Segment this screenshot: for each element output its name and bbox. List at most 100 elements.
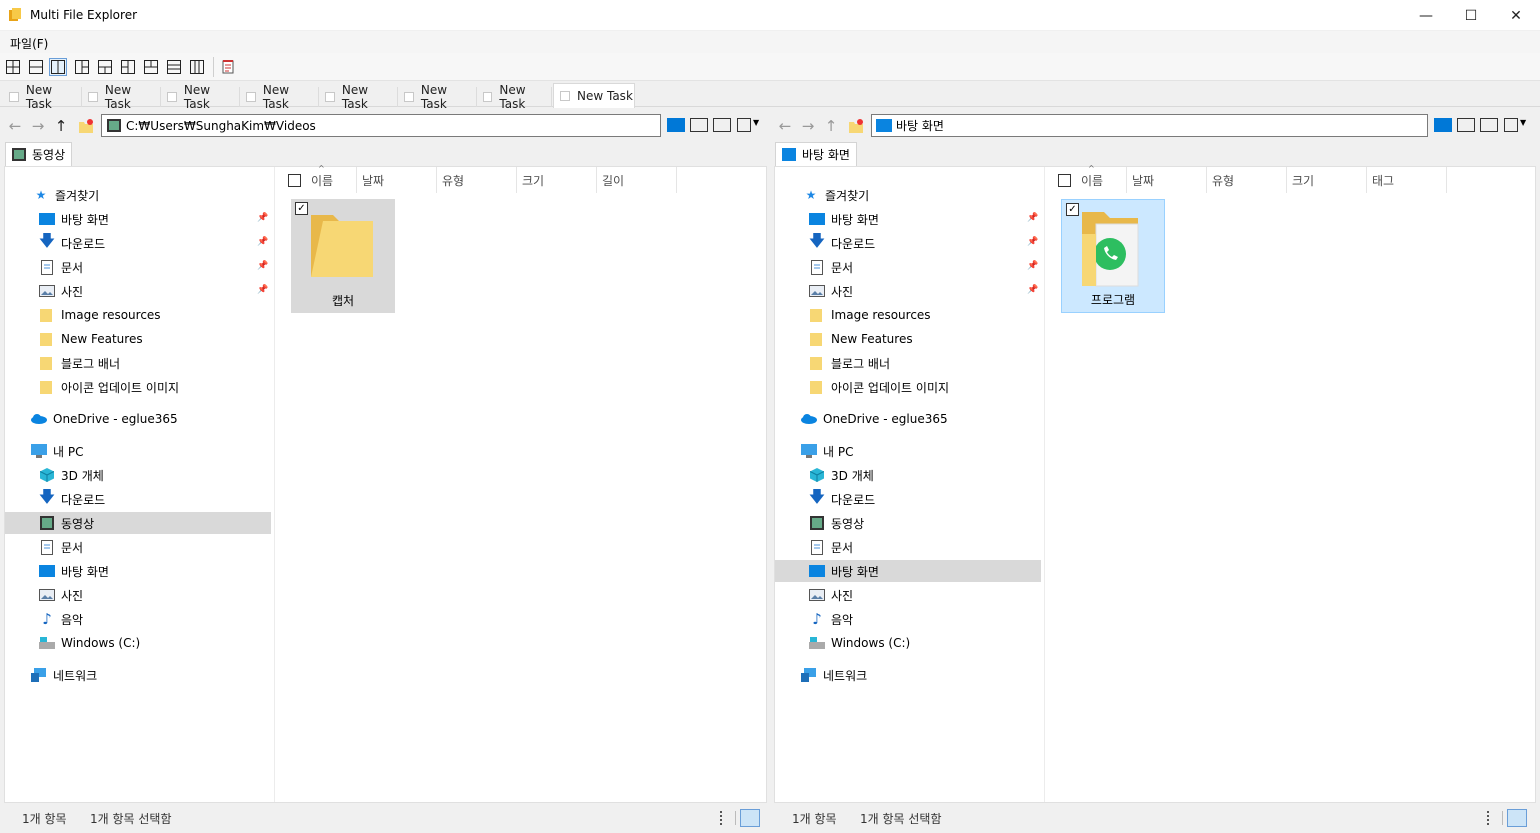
pin-icon[interactable]: 📌 [257,285,268,297]
tree-favorites[interactable]: ★ 즐겨찾기 [775,184,1041,206]
menu-file[interactable]: 파일(F) [10,35,48,52]
tree-favorites[interactable]: ★ 즐겨찾기 [5,184,271,206]
tiles-view-icon[interactable] [740,809,760,827]
pin-icon[interactable]: 📌 [1027,237,1038,249]
tab-task-6[interactable]: New Task [398,83,477,111]
details-view-icon[interactable] [1487,811,1503,825]
select-all-checkbox[interactable] [1058,174,1071,187]
view-options-icon[interactable] [737,118,751,132]
tab-checkbox[interactable] [88,92,98,102]
tree-desktop-pc[interactable]: 바탕 화면 [5,560,271,582]
tree-network[interactable]: 네트워크 [5,664,271,686]
layout-vertical-2-icon[interactable] [49,58,67,76]
pin-icon[interactable]: 📌 [257,237,268,249]
select-all-checkbox[interactable] [288,174,301,187]
tree-onedrive[interactable]: OneDrive - eglue365 [5,408,271,430]
tree-network[interactable]: 네트워크 [775,664,1041,686]
tab-task-3[interactable]: New Task [161,83,240,111]
tab-task-4[interactable]: New Task [240,83,319,111]
tree-downloads[interactable]: 🡇 다운로드 📌 [775,231,1041,254]
chevron-down-icon[interactable]: ▼ [753,118,759,127]
minimize-button[interactable]: — [1403,0,1449,31]
view-options-icon[interactable] [1504,118,1518,132]
tree-new-features[interactable]: New Features [5,328,271,350]
bookmark-folder-icon[interactable] [78,118,94,134]
tree-pictures[interactable]: 사진 📌 [775,280,1041,302]
tree-downloads-pc[interactable]: 🡇 다운로드 [5,487,271,510]
bookmark-folder-icon[interactable] [848,118,864,134]
left-location-tab[interactable]: 동영상 [5,142,73,166]
tree-image-resources[interactable]: Image resources [5,304,271,326]
pin-icon[interactable]: 📌 [257,213,268,225]
layout-grid-4-icon[interactable] [4,58,22,76]
tree-desktop-pc[interactable]: 바탕 화면 [775,560,1041,582]
tab-task-7[interactable]: New Task [477,83,552,111]
tab-checkbox[interactable] [167,92,177,102]
tree-blog-banner[interactable]: 블로그 배너 [5,352,271,374]
pin-icon[interactable]: 📌 [1027,285,1038,297]
column-header-size[interactable]: 크기 [1287,167,1367,193]
file-tile[interactable]: ✓ 캡처 [291,199,395,313]
tab-checkbox[interactable] [9,92,19,102]
back-arrow-icon[interactable]: ← [6,116,24,136]
tab-checkbox[interactable] [325,92,335,102]
up-arrow-icon[interactable]: ↑ [822,116,840,136]
layout-horizontal-3-icon[interactable] [165,58,183,76]
details-pane-icon[interactable] [1480,118,1498,132]
tree-pictures-pc[interactable]: 사진 [5,584,271,606]
tiles-view-icon[interactable] [1507,809,1527,827]
layout-right-left-split-icon[interactable] [119,58,137,76]
column-header-length[interactable]: 길이 [597,167,677,193]
tree-windows-c[interactable]: Windows (C:) [775,632,1041,654]
tree-blog-banner[interactable]: 블로그 배너 [775,352,1041,374]
tree-desktop[interactable]: 바탕 화면 📌 [5,208,271,230]
layout-vertical-3-icon[interactable] [188,58,206,76]
tree-downloads-pc[interactable]: 🡇 다운로드 [775,487,1041,510]
tree-windows-c[interactable]: Windows (C:) [5,632,271,654]
chevron-down-icon[interactable]: ▼ [1520,118,1526,127]
tree-music[interactable]: ♪ 음악 [5,608,271,630]
tab-task-5[interactable]: New Task [319,83,398,111]
preview-pane-icon[interactable] [1457,118,1475,132]
pin-icon[interactable]: 📌 [257,261,268,273]
view-icon-large[interactable] [667,118,685,132]
tab-task-2[interactable]: New Task [82,83,161,111]
file-tile[interactable]: ✓ 프로그램 [1061,199,1165,313]
right-address-bar[interactable]: 바탕 화면 [871,114,1428,137]
layout-top-split-icon[interactable] [142,58,160,76]
column-header-date[interactable]: 날짜 [1127,167,1207,193]
details-pane-icon[interactable] [713,118,731,132]
tree-videos[interactable]: 동영상 [775,512,1041,534]
column-header-date[interactable]: 날짜 [357,167,437,193]
tree-onedrive[interactable]: OneDrive - eglue365 [775,408,1041,430]
pin-icon[interactable]: 📌 [1027,261,1038,273]
item-checkbox[interactable]: ✓ [1066,203,1079,216]
layout-left-right-split-icon[interactable] [73,58,91,76]
layout-bottom-split-icon[interactable] [96,58,114,76]
tree-documents[interactable]: 문서 📌 [775,256,1041,278]
close-button[interactable]: ✕ [1493,0,1539,31]
tree-icon-update[interactable]: 아이콘 업데이트 이미지 [5,376,271,398]
left-address-bar[interactable]: C:₩Users₩SunghaKim₩Videos [101,114,661,137]
column-header-type[interactable]: 유형 [437,167,517,193]
tree-documents-pc[interactable]: 문서 [5,536,271,558]
tree-this-pc[interactable]: 내 PC [5,440,271,462]
tree-music[interactable]: ♪ 음악 [775,608,1041,630]
maximize-button[interactable]: ☐ [1448,0,1494,31]
tree-documents[interactable]: 문서 📌 [5,256,271,278]
tab-checkbox[interactable] [483,92,493,102]
tab-task-1[interactable]: New Task [3,83,82,111]
tree-pictures-pc[interactable]: 사진 [775,584,1041,606]
view-icon-large[interactable] [1434,118,1452,132]
tree-downloads[interactable]: 🡇 다운로드 📌 [5,231,271,254]
layout-horizontal-2-icon[interactable] [27,58,45,76]
tree-icon-update[interactable]: 아이콘 업데이트 이미지 [775,376,1041,398]
tab-checkbox[interactable] [246,92,256,102]
tree-3d-objects[interactable]: 3D 개체 [5,464,271,486]
tree-videos[interactable]: 동영상 [5,512,271,534]
details-view-icon[interactable] [720,811,736,825]
column-header-type[interactable]: 유형 [1207,167,1287,193]
column-header-tag[interactable]: 태그 [1367,167,1447,193]
right-location-tab[interactable]: 바탕 화면 [775,142,857,166]
column-header-name[interactable]: 이름 [1076,167,1127,193]
